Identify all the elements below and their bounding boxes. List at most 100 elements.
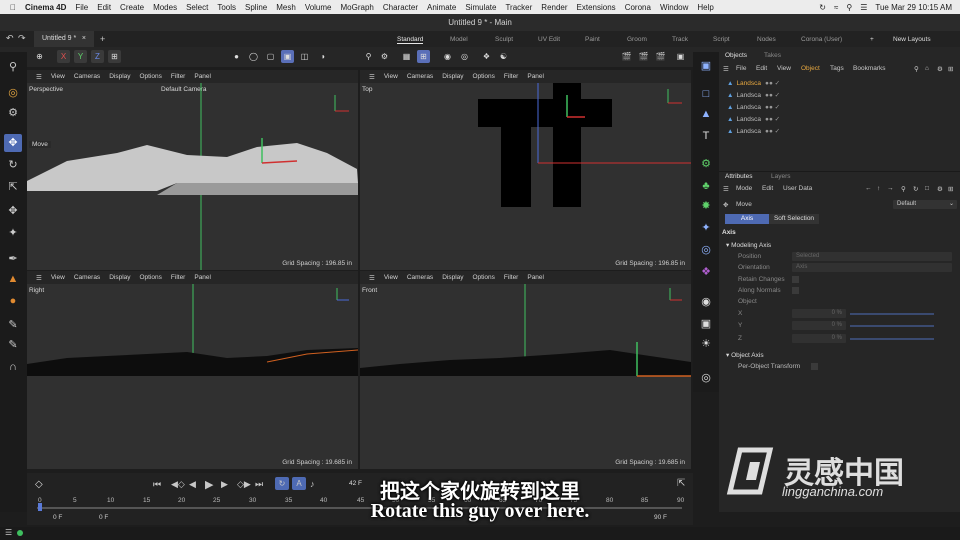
vp-menu-filter[interactable]: Filter [504,274,518,281]
menu-tracker[interactable]: Tracker [505,3,532,12]
visibility-icon[interactable]: ●● ✓ [765,127,780,135]
sync-icon[interactable]: ↻ [819,3,826,12]
subtab-axis[interactable]: Axis [725,214,769,224]
tab-objects[interactable]: Objects [725,52,747,59]
render-settings-icon[interactable]: 🎬 [654,50,667,63]
vp-menu-display[interactable]: Display [442,73,463,80]
z-field[interactable]: 0 % [792,334,846,343]
text-icon[interactable]: T [698,128,714,144]
move-mode-icon[interactable]: ⊕ [33,50,46,63]
viewport-solo-icon[interactable]: ◎ [458,50,471,63]
layout-tab-script[interactable]: Script [713,36,730,43]
viewport-top[interactable]: ☰ View Cameras Display Options Filter Pa… [360,70,691,270]
vp-menu-options[interactable]: Options [473,274,495,281]
object-row[interactable]: ▲ Landsca ●● ✓ [727,126,780,136]
field-icon[interactable]: ◎ [698,242,714,258]
menu-mesh[interactable]: Mesh [276,3,296,12]
paint-tool-icon[interactable]: ▲ [4,270,22,288]
uv-mode-icon[interactable]: ◫ [298,50,311,63]
menu-extensions[interactable]: Extensions [577,3,616,12]
layout-tab-paint[interactable]: Paint [585,36,600,43]
menu-volume[interactable]: Volume [305,3,332,12]
tab-takes[interactable]: Takes [764,52,781,59]
vp-menu-display[interactable]: Display [442,274,463,281]
edges-mode-icon[interactable]: ◯ [247,50,260,63]
x-axis-toggle[interactable]: X [57,50,70,63]
search-icon[interactable]: ⚲ [914,65,919,73]
viewport-right[interactable]: ☰ View Cameras Display Options Filter Pa… [27,271,358,469]
menu-edit[interactable]: Edit [97,3,111,12]
vp-menu-view[interactable]: View [384,73,398,80]
attr-menu-user-data[interactable]: User Data [783,185,812,192]
layout-tab-track[interactable]: Track [672,36,688,43]
magnet-tool-icon[interactable]: ∩ [4,358,22,376]
lock-icon[interactable]: □ [925,185,929,192]
render-icon[interactable]: ◎ [698,370,714,386]
sculpt-tool-icon[interactable]: ● [4,292,22,310]
volume-icon[interactable]: ❖ [698,264,714,280]
y-axis-toggle[interactable]: Y [74,50,87,63]
vp-menu-options[interactable]: Options [140,274,162,281]
history-icon[interactable]: ↻ [913,185,918,193]
render-view-icon[interactable]: 🎬 [620,50,633,63]
add-layout-icon[interactable]: + [870,36,874,43]
viewport-menu-icon[interactable]: ☰ [369,73,375,81]
objects-menu-icon[interactable]: ☰ [723,65,729,73]
settings-icon[interactable]: ⚙ [937,185,943,193]
menu-animate[interactable]: Animate [427,3,456,12]
menu-simulate[interactable]: Simulate [465,3,496,12]
vp-menu-panel[interactable]: Panel [194,274,211,281]
workplane-icon[interactable]: ⊞ [417,50,430,63]
model-mode-icon[interactable]: ▣ [281,50,294,63]
position-dropdown[interactable]: Selected [792,252,952,261]
layout-tab-nodes[interactable]: Nodes [757,36,776,43]
viewport-perspective[interactable]: ☰ View Cameras Display Options Filter Pa… [27,70,358,270]
render-queue-icon[interactable]: ▣ [674,50,687,63]
menu-character[interactable]: Character [383,3,418,12]
vp-menu-view[interactable]: View [51,73,65,80]
visibility-icon[interactable]: ●● ✓ [765,115,780,123]
x-field[interactable]: 0 % [792,309,846,318]
vp-menu-display[interactable]: Display [109,274,130,281]
obj-menu-edit[interactable]: Edit [756,65,767,72]
vp-menu-panel[interactable]: Panel [527,274,544,281]
snap-settings-icon[interactable]: ⚙ [378,50,391,63]
vp-menu-view[interactable]: View [51,274,65,281]
layout-tab-groom[interactable]: Groom [627,36,647,43]
vp-menu-cameras[interactable]: Cameras [407,274,433,281]
menu-icon[interactable]: ☰ [5,528,12,537]
y-slider[interactable] [850,325,934,327]
snap-icon[interactable]: ▦ [400,50,413,63]
rotate-tool-icon[interactable]: ↻ [4,156,22,174]
orientation-dropdown[interactable]: Axis [792,263,952,272]
new-panel-icon[interactable]: ⊞ [948,185,953,193]
menu-help[interactable]: Help [697,3,713,12]
search-icon[interactable]: ⚲ [846,3,852,12]
vp-menu-view[interactable]: View [384,274,398,281]
object-row[interactable]: ▲ Landsca ●● ✓ [727,78,780,88]
layout-tab-corona[interactable]: Corona (User) [801,36,842,43]
attributes-menu-icon[interactable]: ☰ [723,185,729,193]
clock[interactable]: Tue Mar 29 10:15 AM [875,3,952,12]
vp-menu-filter[interactable]: Filter [504,73,518,80]
more-icon[interactable]: ⊞ [948,65,953,73]
layout-tab-sculpt[interactable]: Sculpt [495,36,513,43]
polygons-mode-icon[interactable]: ▢ [264,50,277,63]
menu-render[interactable]: Render [541,3,567,12]
viewport-menu-icon[interactable]: ☰ [369,274,375,282]
filter-icon[interactable]: ⚙ [937,65,943,73]
layout-tab-uv-edit[interactable]: UV Edit [538,36,560,43]
layout-tab-standard[interactable]: Standard [397,36,424,44]
render-picture-viewer-icon[interactable]: 🎬 [637,50,650,63]
cube-icon[interactable]: ▣ [698,58,714,74]
obj-menu-file[interactable]: File [736,65,746,72]
vp-menu-panel[interactable]: Panel [194,73,211,80]
wifi-icon[interactable]: ≈ [834,3,838,12]
obj-menu-bookmarks[interactable]: Bookmarks [853,65,886,72]
vp-menu-cameras[interactable]: Cameras [74,274,100,281]
x-slider[interactable] [850,313,934,315]
home-icon[interactable]: ⌂ [925,65,929,72]
layout-tab-model[interactable]: Model [450,36,468,43]
along-normals-checkbox[interactable] [792,287,799,294]
menu-create[interactable]: Create [120,3,144,12]
